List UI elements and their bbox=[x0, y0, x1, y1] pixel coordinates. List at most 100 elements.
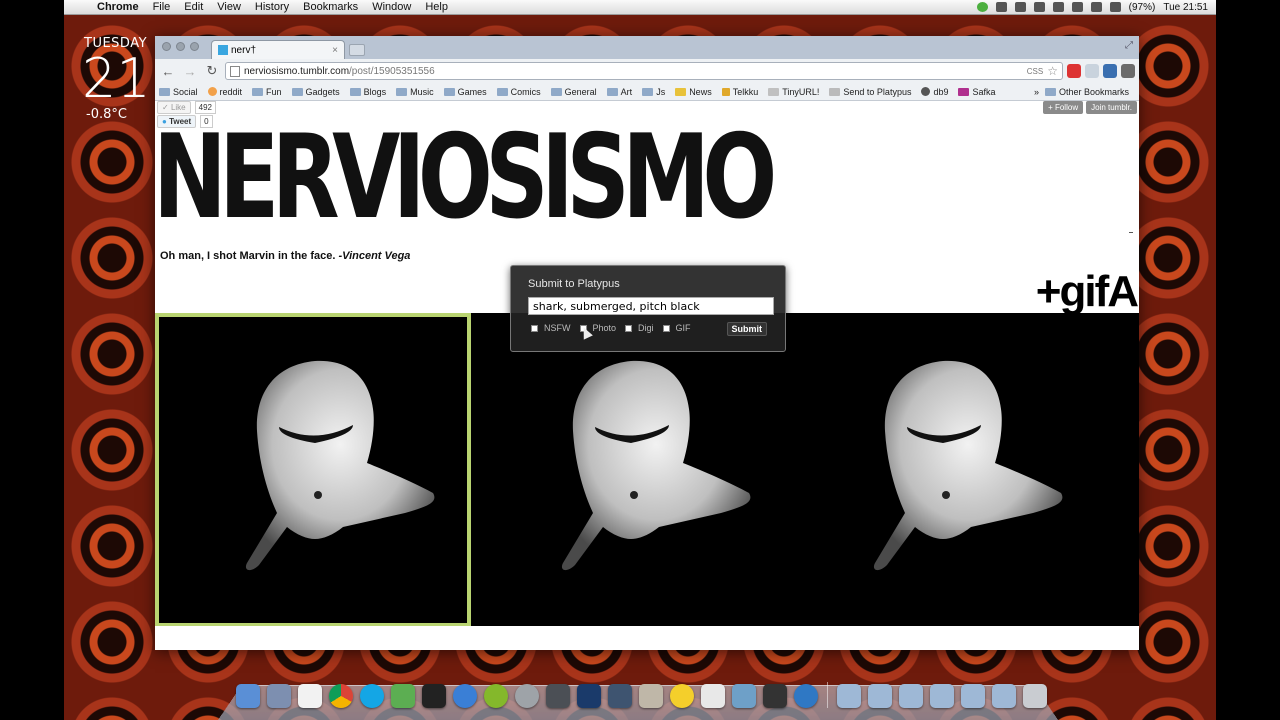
menu-window[interactable]: Window bbox=[365, 0, 418, 15]
bookmark-other-bookmarks[interactable]: Other Bookmarks bbox=[1044, 87, 1129, 97]
utilities-icon[interactable] bbox=[701, 684, 725, 708]
menu-file[interactable]: File bbox=[146, 0, 178, 15]
new-tab-button[interactable] bbox=[349, 44, 365, 56]
bookmark-social[interactable]: Social bbox=[159, 87, 198, 97]
menu-help[interactable]: Help bbox=[418, 0, 455, 15]
pictures-folder-icon[interactable] bbox=[930, 684, 954, 708]
system-preferences-icon[interactable] bbox=[732, 684, 756, 708]
bookmark-games[interactable]: Games bbox=[443, 87, 487, 97]
d-icon[interactable] bbox=[1033, 2, 1045, 12]
address-bar[interactable]: nerviosismo.tumblr.com /post/15905351556… bbox=[225, 62, 1063, 80]
growl-icon[interactable] bbox=[1052, 2, 1064, 12]
bookmark-label: Art bbox=[620, 86, 633, 97]
chrome-icon[interactable] bbox=[329, 684, 353, 708]
dvd-player-icon[interactable] bbox=[763, 684, 787, 708]
selected-image-frame[interactable] bbox=[155, 313, 471, 626]
bookmark-reddit[interactable]: reddit bbox=[207, 87, 242, 97]
volume-icon[interactable] bbox=[1109, 2, 1121, 12]
fullscreen-icon[interactable]: ⤢ bbox=[1125, 40, 1133, 51]
menubar-clock[interactable]: Tue 21:51 bbox=[1163, 2, 1208, 13]
app-icon[interactable] bbox=[639, 684, 663, 708]
folder-icon[interactable] bbox=[961, 684, 985, 708]
battery-status[interactable]: (97%) bbox=[1129, 2, 1156, 13]
applications-folder-icon[interactable] bbox=[837, 684, 861, 708]
digi-checkbox[interactable] bbox=[625, 324, 633, 332]
extension-icon[interactable] bbox=[1085, 64, 1099, 78]
bookmark-art[interactable]: Art bbox=[606, 86, 633, 97]
skype-icon[interactable] bbox=[360, 684, 384, 708]
downloads-folder-icon[interactable] bbox=[899, 684, 923, 708]
site-title[interactable]: NERVIOSISMO bbox=[155, 119, 777, 237]
menu-app-name[interactable]: Chrome bbox=[90, 0, 146, 15]
safari-icon[interactable] bbox=[794, 684, 818, 708]
menu-view[interactable]: View bbox=[210, 0, 248, 15]
menu-edit[interactable]: Edit bbox=[177, 0, 210, 15]
wifi-icon[interactable] bbox=[1090, 2, 1102, 12]
bookmark-blogs[interactable]: Blogs bbox=[349, 87, 386, 97]
follow-button[interactable]: + Follow bbox=[1043, 101, 1084, 114]
bookmark-js[interactable]: Js bbox=[642, 87, 665, 97]
bookmark-comics[interactable]: Comics bbox=[496, 86, 541, 97]
bluetooth-icon[interactable] bbox=[1071, 2, 1083, 12]
cyberduck-icon[interactable] bbox=[670, 684, 694, 708]
bookmark-label: Comics bbox=[510, 86, 541, 97]
option-nsfw[interactable]: NSFW bbox=[531, 323, 571, 333]
itunes-icon[interactable] bbox=[453, 684, 477, 708]
status-icon[interactable] bbox=[976, 2, 988, 12]
submit-button[interactable]: Submit bbox=[726, 322, 767, 336]
trash-icon[interactable] bbox=[1023, 684, 1047, 708]
adblock-icon[interactable] bbox=[1067, 64, 1081, 78]
menu-history[interactable]: History bbox=[248, 0, 296, 15]
zoom-window-button[interactable] bbox=[190, 42, 199, 51]
close-window-button[interactable] bbox=[162, 42, 171, 51]
cs-icon[interactable] bbox=[995, 2, 1007, 12]
minimize-window-button[interactable] bbox=[176, 42, 185, 51]
reload-icon[interactable]: ↻ bbox=[203, 62, 221, 80]
mail-icon[interactable] bbox=[267, 684, 291, 708]
gif-checkbox[interactable] bbox=[662, 324, 670, 332]
widget-date: 21 bbox=[82, 47, 151, 110]
tags-input[interactable] bbox=[528, 297, 774, 315]
nsfw-checkbox[interactable] bbox=[531, 324, 538, 332]
telkku-icon bbox=[721, 87, 730, 96]
download-icon[interactable] bbox=[1103, 64, 1117, 78]
close-tab-icon[interactable]: × bbox=[332, 45, 338, 56]
dropbox-icon[interactable] bbox=[1014, 2, 1026, 12]
shark-image-3[interactable] bbox=[783, 313, 1099, 626]
bookmarks-overflow-chevron[interactable]: » bbox=[1034, 87, 1039, 97]
bookmark-news[interactable]: News bbox=[675, 87, 712, 97]
lightroom-icon[interactable] bbox=[608, 684, 632, 708]
spotify-icon[interactable] bbox=[484, 684, 508, 708]
bookmark-telkku[interactable]: Telkku bbox=[721, 87, 758, 97]
forward-icon[interactable]: → bbox=[181, 62, 199, 80]
wrench-icon[interactable] bbox=[1121, 64, 1135, 78]
menu-bookmarks[interactable]: Bookmarks bbox=[296, 0, 365, 15]
bookmark-music[interactable]: Music bbox=[396, 87, 434, 97]
bookmark-db9[interactable]: db9 bbox=[921, 87, 948, 97]
join-tumblr-button[interactable]: Join tumblr. bbox=[1086, 101, 1137, 114]
url-host: nerviosismo.tumblr.com bbox=[244, 65, 350, 77]
calendar-icon[interactable] bbox=[298, 684, 322, 708]
option-digi[interactable]: Digi bbox=[625, 323, 654, 333]
terminal-icon[interactable] bbox=[422, 684, 446, 708]
preview-icon[interactable] bbox=[546, 684, 570, 708]
bookmark-send-to-platypus[interactable]: Send to Platypus bbox=[829, 87, 911, 97]
bookmark-general[interactable]: General bbox=[550, 87, 597, 97]
css-badge[interactable]: CSS bbox=[1027, 67, 1043, 76]
documents-folder-icon[interactable] bbox=[868, 684, 892, 708]
shark-image-2[interactable] bbox=[471, 313, 787, 626]
adium-icon[interactable] bbox=[391, 684, 415, 708]
bookmark-safka[interactable]: Safka bbox=[958, 87, 996, 97]
stack-folder-icon[interactable] bbox=[992, 684, 1016, 708]
tab-active[interactable]: nerv† × bbox=[211, 40, 345, 59]
bookmark-tinyurl[interactable]: TinyURL! bbox=[768, 87, 819, 97]
bookmark-star-icon[interactable]: ☆ bbox=[1047, 64, 1058, 78]
finder-icon[interactable] bbox=[236, 684, 260, 708]
option-gif[interactable]: GIF bbox=[662, 323, 691, 333]
photoshop-icon[interactable] bbox=[577, 684, 601, 708]
bookmark-fun[interactable]: Fun bbox=[252, 87, 282, 97]
bookmark-gadgets[interactable]: Gadgets bbox=[291, 87, 340, 97]
gifa-label[interactable]: +gifA bbox=[1036, 267, 1139, 317]
utility-icon[interactable] bbox=[515, 684, 539, 708]
back-icon[interactable]: ← bbox=[159, 62, 177, 80]
